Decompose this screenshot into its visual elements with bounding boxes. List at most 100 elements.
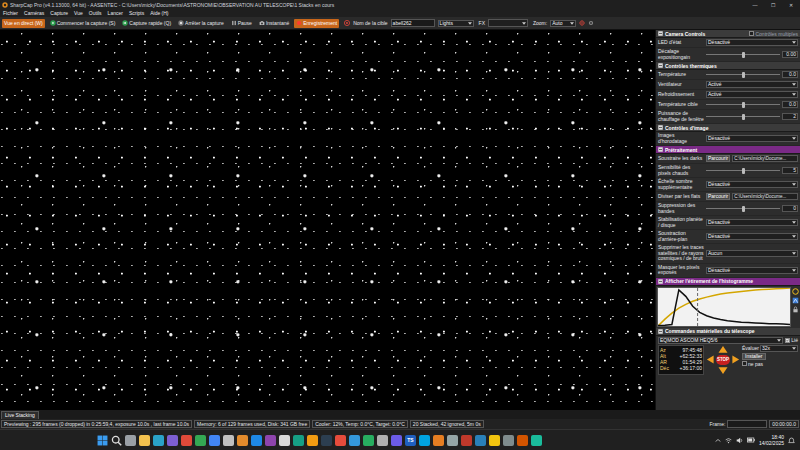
menu-item[interactable]: Vue [74,10,83,16]
clock[interactable]: 18:4014/02/2025 [759,434,784,446]
taskbar-app[interactable] [335,435,346,446]
taskbar-app[interactable] [307,435,318,446]
taskbar-app[interactable] [447,435,458,446]
slider[interactable] [706,101,780,108]
file-path[interactable]: C:\Users\micky\Docume... [732,193,798,200]
window-control-button[interactable]: ✕ [782,2,800,8]
taskbar-app[interactable]: TS [405,435,416,446]
slider-thumb[interactable] [742,168,745,174]
taskbar-app[interactable] [209,435,220,446]
bottom-tab[interactable]: Live Stacking [1,411,39,419]
dropdown[interactable]: Aucun [706,250,798,257]
dropdown[interactable]: Désactivé [706,267,798,274]
value-box[interactable]: 5 [782,167,798,174]
menu-item[interactable]: Fichier [3,10,18,16]
taskbar-app[interactable] [377,435,388,446]
dropdown[interactable]: Activé [706,91,798,98]
toolbar-button[interactable]: Pause [229,19,254,28]
taskbar-app[interactable] [517,435,528,446]
menu-item[interactable]: Capture [50,10,68,16]
taskbar-app[interactable] [321,435,332,446]
taskbar-app[interactable] [531,435,542,446]
dropdown[interactable]: Auto [550,20,576,27]
value-box[interactable]: 2 [782,113,798,120]
checkbox[interactable]: Lié [785,337,798,343]
section-header[interactable]: Commandes matérielles du télescope [656,328,800,336]
slider-thumb[interactable] [742,102,745,108]
taskbar-app[interactable] [475,435,486,446]
dropdown[interactable]: EQMOD ASCOM HEQ5/6 [658,337,783,344]
checkbox-box[interactable] [749,31,754,36]
dropdown[interactable]: Désactivé [706,39,798,46]
taskbar-app[interactable] [433,435,444,446]
dropdown[interactable]: 32x [760,345,798,352]
checkbox-box[interactable] [742,361,747,366]
taskbar-app[interactable] [223,435,234,446]
taskbar-app[interactable] [293,435,304,446]
window-control-button[interactable]: — [746,2,764,8]
target-input[interactable]: abell262 [391,19,435,27]
slider[interactable] [706,113,780,120]
value-box[interactable]: 0 [782,205,798,212]
menu-item[interactable]: Scripts [129,10,144,16]
taskbar-app[interactable] [419,435,430,446]
value-box[interactable]: 0.0 [782,101,798,108]
dropdown[interactable]: Désactivé [706,233,798,240]
setup-button[interactable]: Installer [742,353,766,360]
taskbar-app[interactable] [391,435,402,446]
dropdown[interactable]: Désactivé [706,135,798,142]
menu-item[interactable]: Lancer [108,10,123,16]
dropdown[interactable]: Désactivé [706,181,798,188]
section-header[interactable]: Contrôles thermiques [656,62,800,70]
toolbar-button[interactable]: Instantané [257,19,291,28]
browse-button[interactable]: Parcourir [706,193,730,200]
stop-button[interactable]: STOP [716,355,730,365]
section-header[interactable]: Prétraitement [656,146,800,154]
taskbar-app[interactable] [153,435,164,446]
taskbar-app[interactable] [503,435,514,446]
window-control-button[interactable]: ☐ [764,2,782,8]
taskbar-app[interactable] [167,435,178,446]
checkbox[interactable]: ne pas [742,361,798,367]
slider[interactable] [706,167,780,174]
file-path[interactable]: C:\Users\micky\Docume... [732,155,798,162]
taskbar-app[interactable] [489,435,500,446]
browse-button[interactable]: Parcourir [706,155,730,162]
taskbar-app[interactable] [139,435,150,446]
slider-thumb[interactable] [742,72,745,78]
taskbar-app[interactable] [195,435,206,446]
slider[interactable] [706,71,780,78]
dropdown[interactable]: Activé [706,81,798,88]
taskbar-app[interactable] [251,435,262,446]
toolbar-button[interactable]: Vue en direct (W) [2,19,45,28]
histogram-chart[interactable] [657,287,791,327]
slider-thumb[interactable] [742,206,745,212]
dropdown[interactable]: Désactivé [706,219,798,226]
section-header[interactable]: Contrôles d'image [656,124,800,132]
toolbar-button[interactable]: Commencer la capture (S) [48,19,118,28]
taskbar-app[interactable] [265,435,276,446]
dropdown[interactable]: Lights [438,20,474,27]
slider[interactable] [706,51,780,58]
taskbar-app[interactable] [461,435,472,446]
taskbar-app[interactable] [279,435,290,446]
toolbar-button[interactable]: Capture rapide (Q) [120,19,173,28]
section-header[interactable]: Camera ControlsContrôles multiples [656,30,800,38]
taskbar-app[interactable] [125,435,136,446]
menu-item[interactable]: Aide (H) [150,10,168,16]
toolbar-button[interactable]: Arrêter la capture [176,19,226,28]
frame-slider[interactable] [727,420,767,428]
value-box[interactable]: 0.0 [782,71,798,78]
fx-dropdown[interactable] [488,19,528,27]
slider[interactable] [706,205,780,212]
taskbar-app[interactable] [237,435,248,446]
toolbar-button[interactable]: Enregistrement [294,19,339,28]
slider-thumb[interactable] [742,52,745,58]
section-header[interactable]: Afficher l'étirement de l'histogramme [656,278,800,286]
slider-thumb[interactable] [742,114,745,120]
value-box[interactable]: 0.00 [782,51,798,58]
checkbox[interactable]: Contrôles multiples [749,31,798,37]
midpoint-marker[interactable] [697,288,698,326]
menu-item[interactable]: Outils [89,10,102,16]
taskbar-app[interactable] [363,435,374,446]
